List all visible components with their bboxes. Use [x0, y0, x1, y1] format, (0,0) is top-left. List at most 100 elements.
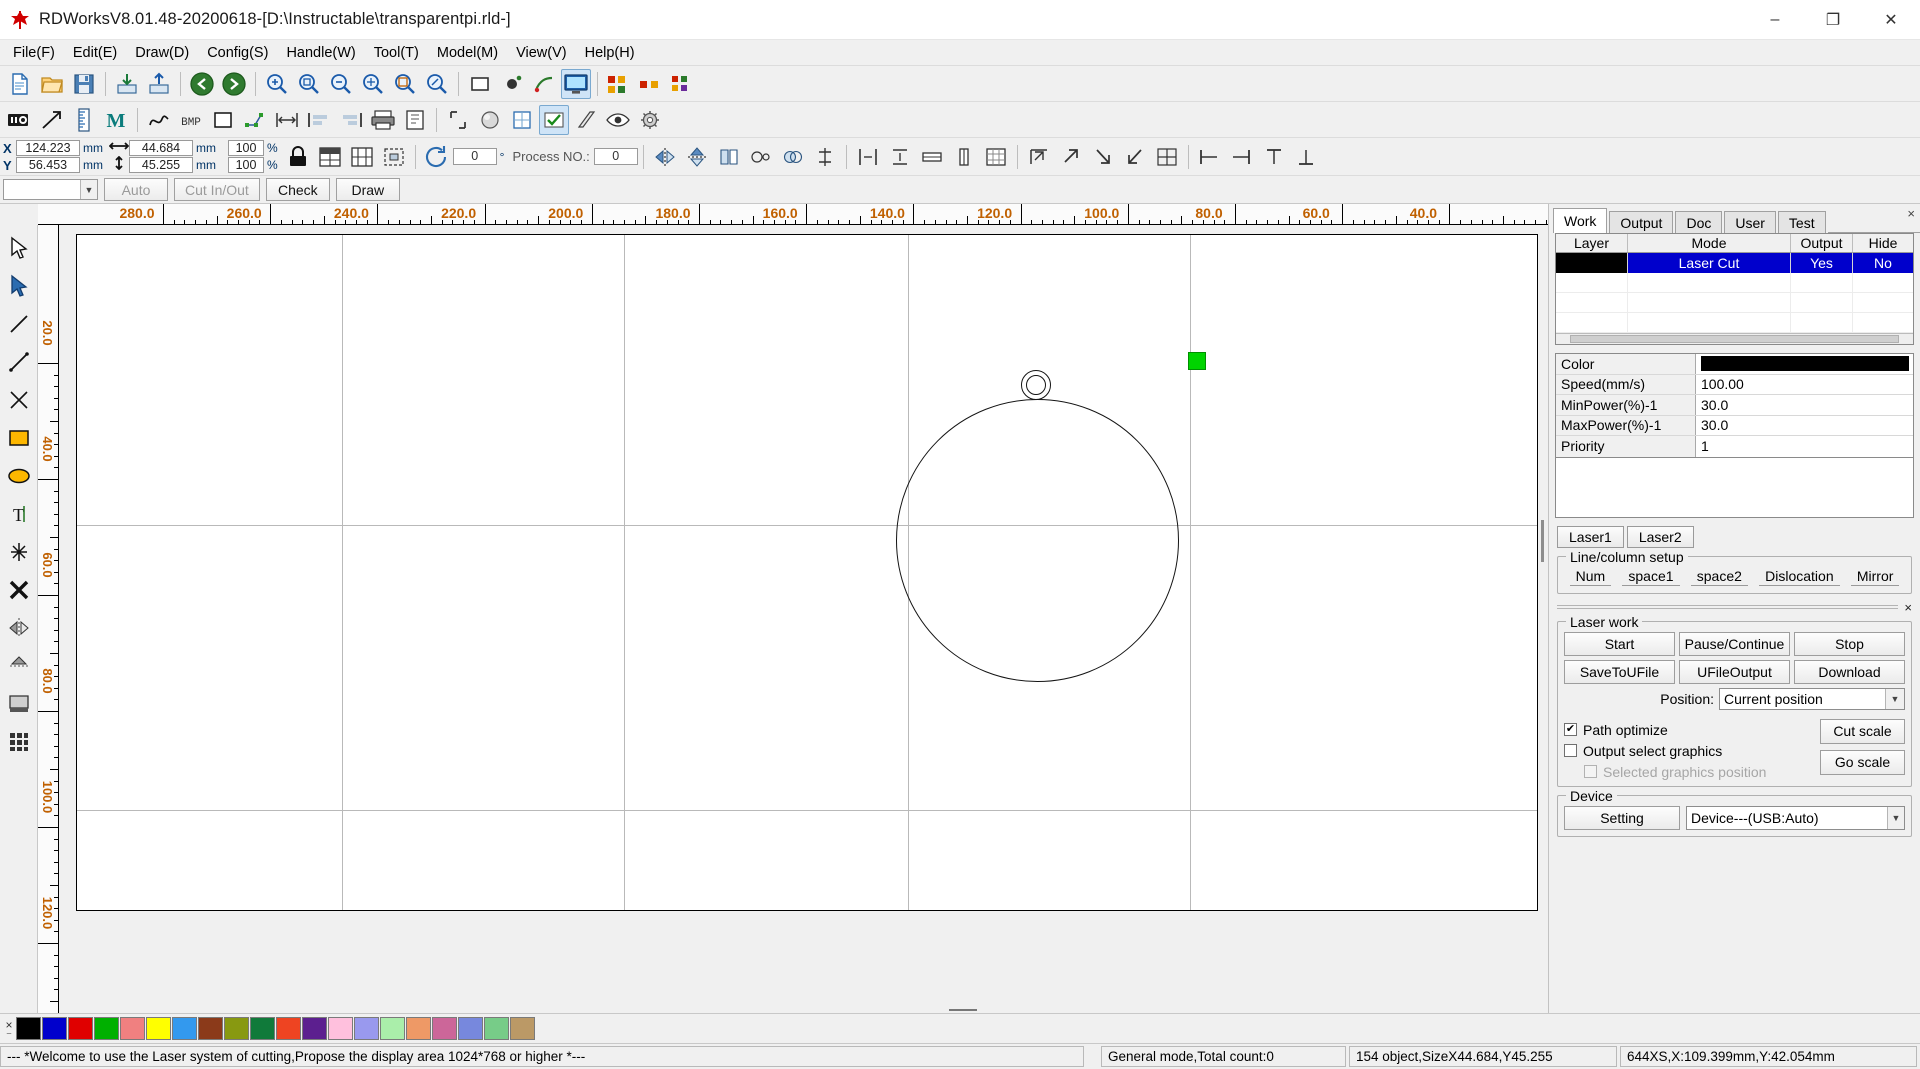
menu-model[interactable]: Model(M) — [428, 42, 507, 64]
layer-table-scrollbar[interactable] — [1556, 332, 1913, 344]
mirror-horizontal-icon[interactable] — [3, 609, 35, 647]
canvas-horizontal-scroll-handle[interactable] — [949, 1006, 977, 1011]
mirror-vertical-icon[interactable] — [3, 647, 35, 685]
cut-in-out-button[interactable]: Cut In/Out — [174, 178, 260, 201]
save-file-icon[interactable] — [69, 69, 99, 99]
layer-select-combo[interactable]: ▼ — [3, 179, 98, 200]
property-row-speed[interactable]: Speed(mm/s) 100.00 — [1556, 374, 1913, 395]
ellipse-shape-icon[interactable] — [3, 457, 35, 495]
check-button[interactable]: Check — [265, 178, 330, 201]
start-left-icon[interactable] — [1195, 142, 1225, 172]
align-top-right-icon[interactable] — [1056, 142, 1086, 172]
zoom-fit-icon[interactable] — [422, 69, 452, 99]
camera-icon[interactable] — [5, 105, 35, 135]
menu-view[interactable]: View(V) — [507, 42, 576, 64]
save-to-ufile-button[interactable]: SaveToUFile — [1564, 659, 1675, 684]
lcs-dislocation-field[interactable]: Dislocation — [1759, 568, 1840, 586]
start-right-icon[interactable] — [1227, 142, 1257, 172]
start-top-icon[interactable] — [1259, 142, 1289, 172]
array-grid-icon[interactable] — [668, 69, 698, 99]
undo-icon[interactable] — [187, 69, 217, 99]
output-select-graphics-row[interactable]: Output select graphics — [1564, 743, 1820, 759]
property-row-priority[interactable]: Priority 1 — [1556, 436, 1913, 457]
chevron-down-icon[interactable]: ▼ — [80, 180, 97, 199]
align-right-icon[interactable] — [336, 105, 366, 135]
printer-icon[interactable] — [368, 105, 398, 135]
array-row-icon[interactable] — [636, 69, 666, 99]
same-height-icon[interactable] — [949, 142, 979, 172]
device-setting-button[interactable]: Setting — [1564, 805, 1680, 830]
tab-doc[interactable]: Doc — [1675, 211, 1723, 233]
property-value[interactable]: 30.0 — [1696, 395, 1913, 415]
color-swatch[interactable] — [120, 1017, 145, 1040]
device-combo[interactable]: Device---(USB:Auto) ▼ — [1686, 805, 1905, 830]
vertical-resize-icon[interactable] — [109, 155, 129, 174]
array-copy-icon[interactable] — [604, 69, 634, 99]
array-mirror-icon[interactable] — [746, 142, 776, 172]
export-icon[interactable] — [144, 69, 174, 99]
color-swatch[interactable] — [380, 1017, 405, 1040]
download-button[interactable]: Download — [1794, 659, 1905, 684]
color-swatch[interactable] — [16, 1017, 41, 1040]
color-swatch[interactable] — [198, 1017, 223, 1040]
polyline-tool-icon[interactable] — [3, 343, 35, 381]
flip-horizontal-icon[interactable] — [650, 142, 680, 172]
menu-config[interactable]: Config(S) — [198, 42, 277, 64]
text-insert-icon[interactable]: T — [3, 495, 35, 533]
color-swatch[interactable] — [42, 1017, 67, 1040]
canvas-vertical-scroll-handle[interactable] — [1541, 520, 1544, 562]
drawing-canvas[interactable] — [59, 225, 1548, 1013]
draw-button[interactable]: Draw — [335, 178, 400, 201]
menu-handle[interactable]: Handle(W) — [277, 42, 364, 64]
menu-tool[interactable]: Tool(T) — [365, 42, 428, 64]
align-bottom-right-icon[interactable] — [1088, 142, 1118, 172]
layer-table[interactable]: Layer Mode Output Hide Laser Cut Yes No — [1555, 233, 1914, 345]
property-value[interactable]: 100.00 — [1696, 375, 1913, 395]
weld-icon[interactable] — [778, 142, 808, 172]
tab-laser2[interactable]: Laser2 — [1626, 525, 1694, 548]
lcs-space2-field[interactable]: space2 — [1690, 568, 1748, 586]
table-row[interactable]: Laser Cut Yes No — [1556, 252, 1913, 273]
align-top-left-icon[interactable] — [1024, 142, 1054, 172]
offset-tool-icon[interactable] — [3, 685, 35, 723]
align-objects-icon[interactable] — [315, 142, 345, 172]
open-file-icon[interactable] — [37, 69, 67, 99]
color-swatch[interactable] — [354, 1017, 379, 1040]
rectangle-tool-icon[interactable] — [208, 105, 238, 135]
hanging-ring-inner-shape[interactable] — [1026, 375, 1046, 395]
scale-y-input[interactable]: 100 — [228, 157, 264, 173]
color-swatch[interactable] — [146, 1017, 171, 1040]
corner-select-icon[interactable] — [443, 105, 473, 135]
auto-button[interactable]: Auto — [104, 178, 168, 201]
node-path-icon[interactable] — [240, 105, 270, 135]
height-input[interactable]: 45.255 — [129, 157, 193, 173]
align-width-icon[interactable] — [853, 142, 883, 172]
align-center-icon[interactable] — [1152, 142, 1182, 172]
grid-array-icon[interactable] — [3, 723, 35, 761]
color-swatch[interactable] — [484, 1017, 509, 1040]
tab-laser1[interactable]: Laser1 — [1557, 525, 1624, 548]
zoom-in-icon[interactable] — [262, 69, 292, 99]
layer-output-cell[interactable]: Yes — [1791, 252, 1853, 273]
chevron-down-icon[interactable]: ▼ — [1885, 688, 1904, 709]
lock-aspect-ratio-icon[interactable] — [283, 142, 313, 172]
position-combo[interactable]: Current position ▼ — [1719, 687, 1905, 710]
lcs-space1-field[interactable]: space1 — [1622, 568, 1680, 586]
property-row-minpower[interactable]: MinPower(%)-1 30.0 — [1556, 395, 1913, 416]
color-swatch[interactable] — [68, 1017, 93, 1040]
color-swatch[interactable] — [458, 1017, 483, 1040]
color-swatch[interactable] — [510, 1017, 535, 1040]
lcs-num-field[interactable]: Num — [1569, 568, 1612, 586]
color-swatch[interactable] — [94, 1017, 119, 1040]
menu-draw[interactable]: Draw(D) — [126, 42, 198, 64]
preview-icon[interactable] — [561, 68, 591, 99]
align-height-icon[interactable] — [885, 142, 915, 172]
snap-point-icon[interactable] — [3, 533, 35, 571]
worksheet[interactable] — [76, 234, 1538, 911]
color-swatch[interactable] — [250, 1017, 275, 1040]
zoom-page-icon[interactable] — [390, 69, 420, 99]
menu-file[interactable]: File(F) — [4, 42, 64, 64]
import-icon[interactable] — [112, 69, 142, 99]
color-swatch[interactable] — [328, 1017, 353, 1040]
layer-table-scroll-thumb[interactable] — [1570, 334, 1899, 343]
